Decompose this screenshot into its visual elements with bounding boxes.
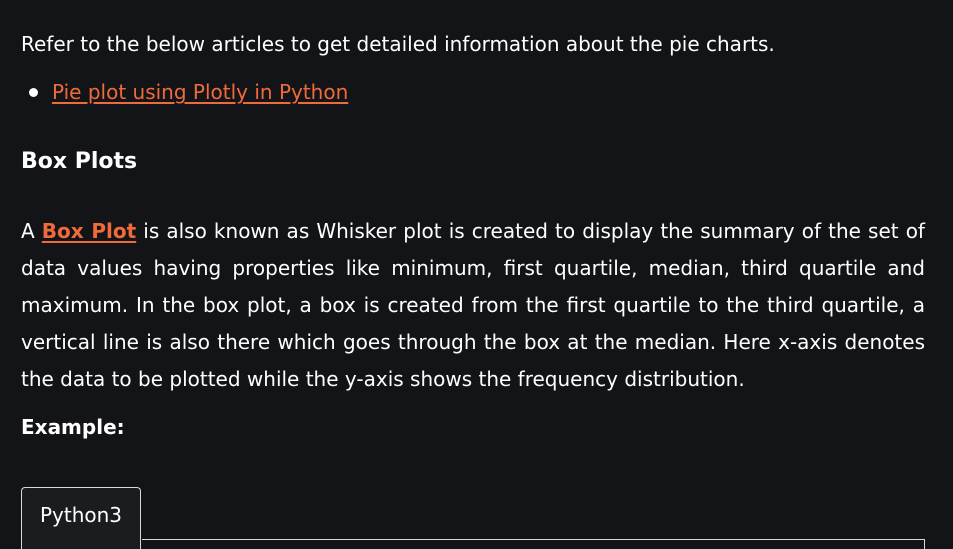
- intro-text: Refer to the below articles to get detai…: [21, 32, 775, 56]
- section-heading: Box Plots: [21, 149, 138, 174]
- code-tabs: Python3: [21, 487, 925, 549]
- related-articles-list: Pie plot using Plotly in Python: [21, 78, 348, 106]
- para-prefix: A: [21, 219, 42, 243]
- pie-plot-plotly-link[interactable]: Pie plot using Plotly in Python: [52, 80, 348, 104]
- tab-python3[interactable]: Python3: [21, 487, 141, 549]
- box-plot-description: A Box Plot is also known as Whisker plot…: [21, 213, 925, 398]
- box-plot-link[interactable]: Box Plot: [42, 219, 136, 243]
- example-label: Example:: [21, 415, 125, 439]
- bullet-icon: [29, 88, 38, 97]
- list-item: Pie plot using Plotly in Python: [21, 78, 348, 106]
- para-body: is also known as Whisker plot is created…: [21, 219, 925, 391]
- code-panel: [142, 539, 925, 549]
